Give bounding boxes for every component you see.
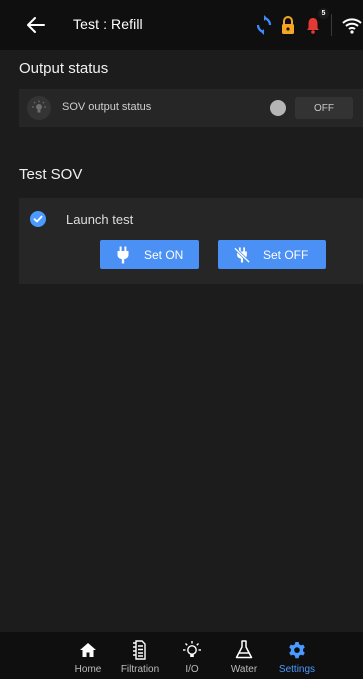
test-sov-panel: Launch test Set ON Set OFF	[19, 198, 363, 284]
water-flask-icon	[235, 640, 253, 659]
wifi-icon[interactable]	[342, 13, 362, 37]
filtration-icon	[133, 640, 146, 660]
top-app-bar: Test : Refill 5	[0, 0, 363, 50]
nav-item-filtration[interactable]: Filtration	[115, 632, 165, 679]
nav-label-home: Home	[74, 664, 102, 675]
plug-off-icon	[234, 246, 250, 264]
launch-test-label: Launch test	[66, 212, 134, 227]
nav-item-settings[interactable]: Settings	[274, 632, 320, 679]
section-title-output-status: Output status	[19, 60, 109, 77]
sov-output-status-label: SOV output status	[62, 101, 152, 113]
bulb-icon-wrap	[27, 96, 51, 120]
nav-label-io: I/O	[185, 664, 199, 675]
home-icon	[80, 643, 96, 657]
sync-icon[interactable]	[256, 13, 272, 37]
nav-label-water: Water	[230, 664, 258, 675]
nav-label-filtration: Filtration	[120, 664, 160, 675]
page-title: Test : Refill	[73, 16, 143, 32]
plug-icon	[116, 246, 132, 264]
io-bulb-icon	[183, 641, 201, 657]
settings-gear-icon	[289, 642, 305, 659]
launch-test-checkbox[interactable]	[30, 211, 46, 227]
bulb-icon	[32, 100, 46, 113]
back-button[interactable]	[24, 13, 48, 37]
set-off-button[interactable]: Set OFF	[218, 240, 326, 269]
output-state-badge: OFF	[295, 97, 353, 119]
notification-badge: 5	[318, 8, 329, 19]
section-title-test-sov: Test SOV	[19, 166, 83, 183]
app-root: Test : Refill 5 Output status SOV output…	[0, 0, 363, 679]
checkmark-icon	[33, 215, 43, 223]
set-on-label: Set ON	[144, 247, 184, 262]
set-on-button[interactable]: Set ON	[100, 240, 199, 269]
lock-icon[interactable]	[280, 13, 296, 37]
header-divider	[331, 14, 332, 36]
set-off-label: Set OFF	[263, 247, 309, 262]
bottom-navigation: Home Filtration I/O Water Settings	[0, 632, 363, 679]
nav-label-settings: Settings	[278, 664, 316, 675]
nav-item-water[interactable]: Water	[227, 632, 261, 679]
output-status-row: SOV output status OFF	[19, 89, 363, 127]
status-indicator-dot	[270, 100, 286, 116]
back-arrow-icon	[27, 17, 45, 33]
nav-item-home[interactable]: Home	[71, 632, 105, 679]
nav-item-io[interactable]: I/O	[180, 632, 204, 679]
